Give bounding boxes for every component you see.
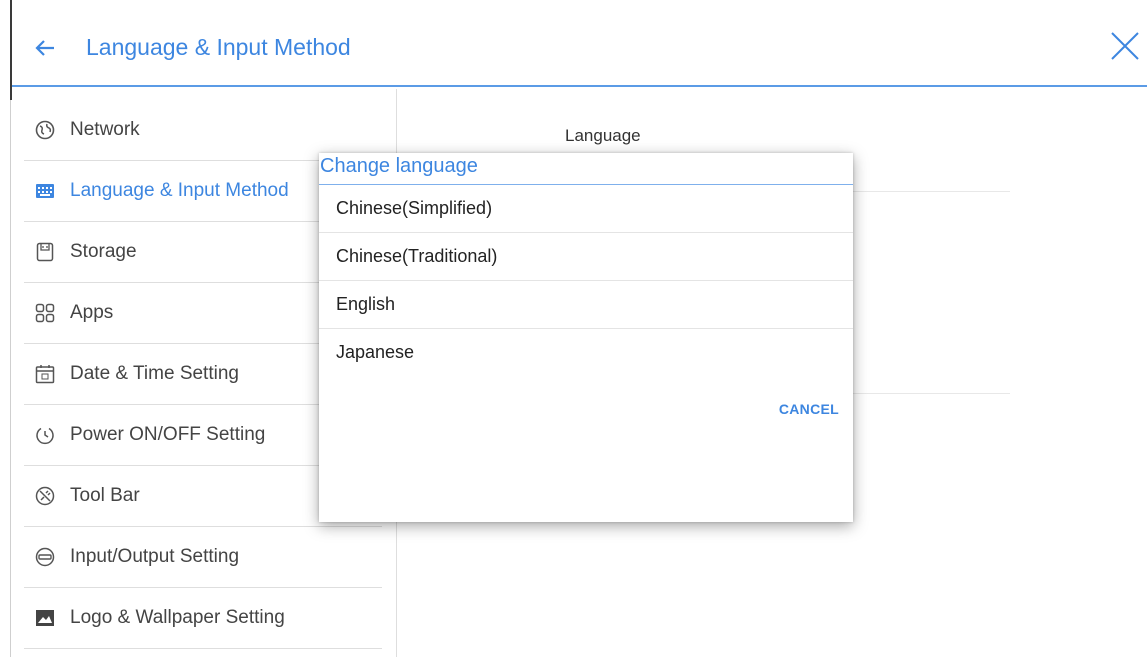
sidebar-item-label: Language & Input Method — [70, 180, 289, 201]
close-button[interactable] — [1105, 26, 1145, 66]
language-option-english[interactable]: English — [319, 282, 853, 329]
option-label: Chinese(Simplified) — [336, 198, 493, 218]
header-bar: Language & Input Method — [12, 0, 1147, 87]
option-label: Japanese — [336, 342, 415, 362]
sidebar-item-label: Power ON/OFF Setting — [70, 424, 266, 445]
language-option-japanese[interactable]: Japanese — [319, 330, 853, 377]
sidebar-item-label: Date & Time Setting — [70, 363, 239, 384]
sidebar-item-label: Logo & Wallpaper Setting — [70, 607, 285, 628]
tools-icon — [34, 485, 56, 507]
keyboard-icon — [34, 180, 56, 202]
language-option-chinese-traditional[interactable]: Chinese(Traditional) — [319, 234, 853, 281]
page-title: Language & Input Method — [86, 34, 351, 60]
dialog-title: Change language — [320, 155, 478, 177]
sidebar-item-input-output[interactable]: Input/Output Setting — [24, 527, 382, 588]
dialog-title-divider — [319, 184, 853, 185]
change-language-dialog: Change language Chinese(Simplified) Chin… — [319, 153, 853, 522]
sidebar-item-label: Input/Output Setting — [70, 546, 240, 567]
option-label: Chinese(Traditional) — [336, 246, 498, 266]
sidebar-item-label: Tool Bar — [70, 485, 140, 506]
sidebar-item-label: Apps — [70, 302, 114, 323]
apps-grid-icon — [34, 302, 56, 324]
sidebar-item-label: Storage — [70, 241, 137, 262]
input-output-icon — [34, 546, 56, 568]
sidebar-item-logo-wallpaper[interactable]: Logo & Wallpaper Setting — [24, 588, 382, 649]
window-edge-lower — [10, 100, 11, 657]
image-icon — [34, 607, 56, 629]
sidebar-item-label: Network — [70, 119, 140, 140]
cancel-button[interactable]: CANCEL — [779, 401, 839, 417]
power-timer-icon — [34, 424, 56, 446]
storage-icon — [34, 241, 56, 263]
sidebar-item-network[interactable]: Network — [24, 100, 382, 161]
language-option-chinese-simplified[interactable]: Chinese(Simplified) — [319, 186, 853, 233]
language-setting-label: Language — [565, 126, 641, 145]
close-icon — [1111, 32, 1139, 60]
calendar-icon — [34, 363, 56, 385]
globe-icon — [34, 119, 56, 141]
arrow-left-icon — [35, 40, 54, 56]
back-button[interactable] — [34, 30, 70, 66]
option-label: English — [336, 294, 396, 314]
